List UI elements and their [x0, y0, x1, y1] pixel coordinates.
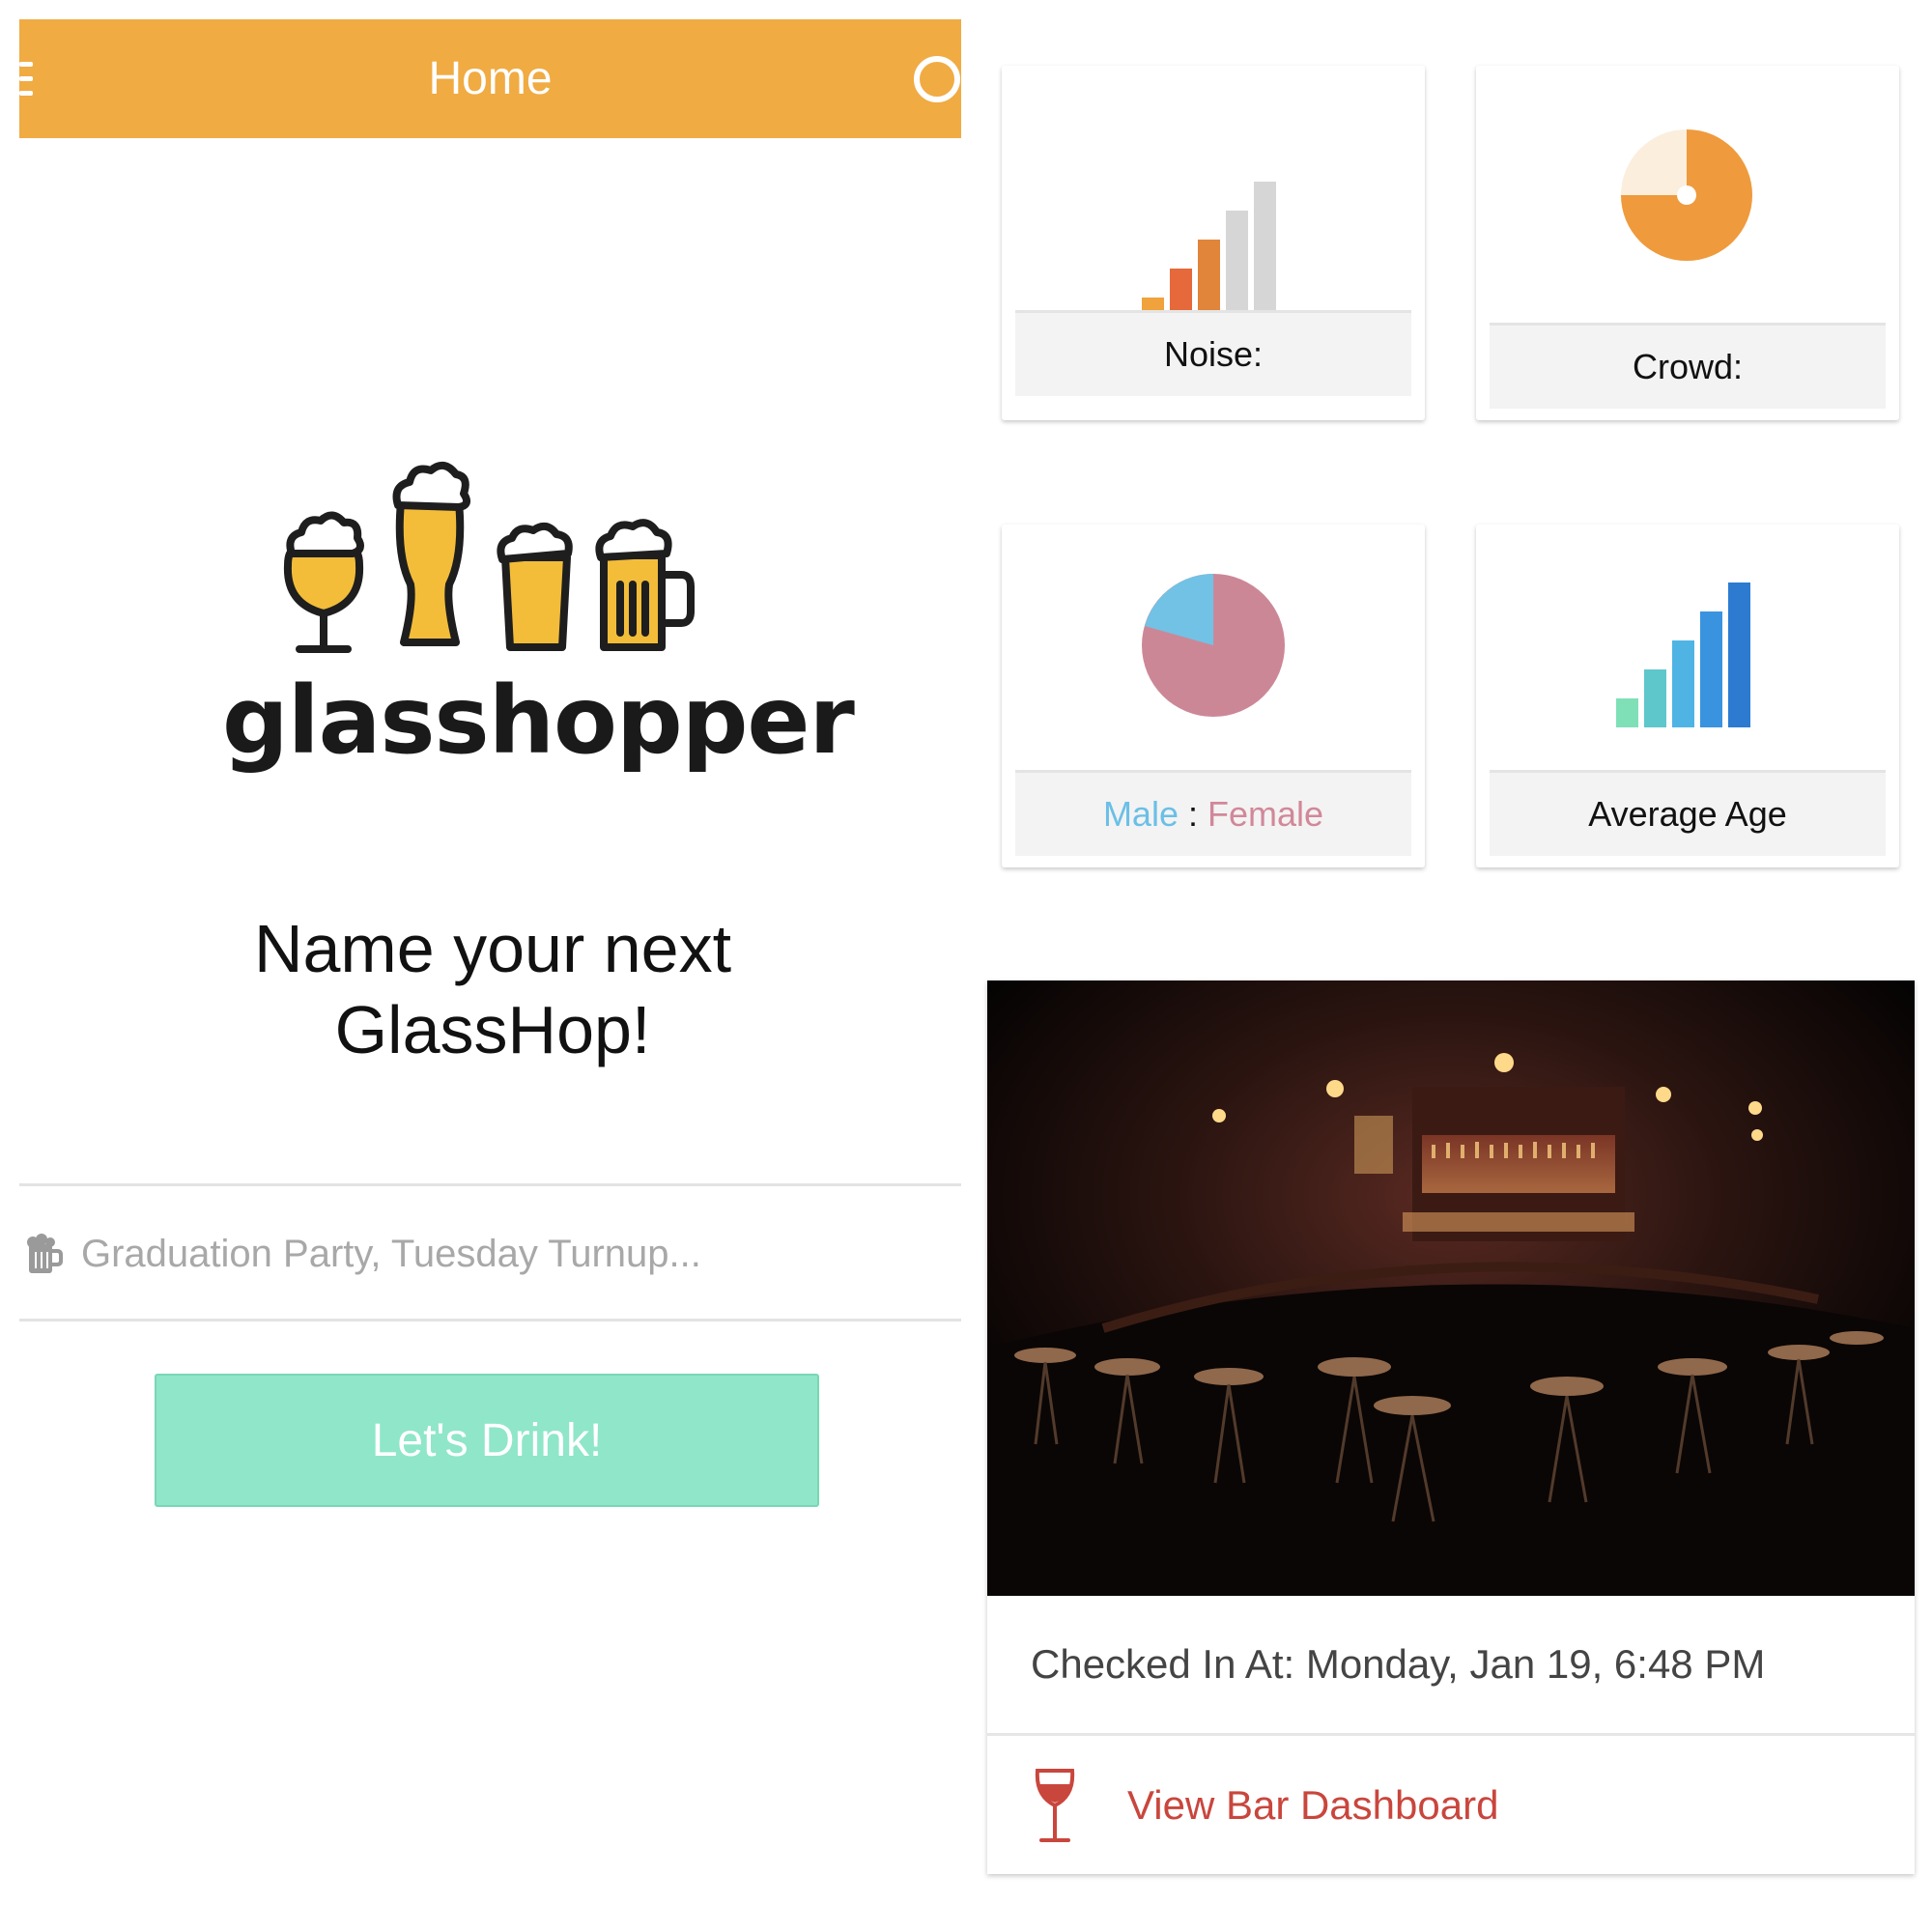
crowd-label: Crowd:	[1490, 323, 1886, 409]
male-label: Male	[1102, 794, 1179, 834]
logo-wordmark: glasshopper	[222, 667, 855, 775]
app-logo: glasshopper	[222, 449, 855, 797]
gender-ratio-card[interactable]: Male : Female	[1002, 525, 1425, 867]
average-age-card[interactable]: Average Age	[1476, 525, 1899, 867]
signal-bars-icon	[1616, 582, 1750, 727]
screenshot-canvas: Home glasshopper Name your next GlassHop…	[0, 0, 1932, 1932]
view-bar-dashboard-link[interactable]: View Bar Dashboard	[987, 1736, 1915, 1874]
crowd-card[interactable]: Crowd:	[1476, 66, 1899, 420]
noise-card[interactable]: Noise:	[1002, 66, 1425, 420]
wine-glass-icon	[1035, 1769, 1075, 1842]
gender-label: Male : Female	[1015, 770, 1411, 856]
noise-label: Noise:	[1015, 310, 1411, 396]
beer-glasses-icon	[283, 461, 695, 653]
heading-line-2: GlassHop!	[334, 992, 651, 1067]
beer-mug-icon	[27, 1234, 63, 1273]
female-label: Female	[1208, 794, 1324, 834]
main-heading: Name your next GlassHop!	[58, 908, 927, 1070]
nav-bar: Home	[19, 19, 961, 138]
gender-pie-chart	[1142, 574, 1285, 717]
hop-name-input[interactable]	[79, 1220, 933, 1288]
average-age-label: Average Age	[1490, 770, 1886, 856]
checkin-timestamp: Checked In At: Monday, Jan 19, 6:48 PM	[1031, 1641, 1766, 1687]
bar-interior-photo	[987, 980, 1915, 1596]
bar-checkin-card: Checked In At: Monday, Jan 19, 6:48 PM V…	[987, 980, 1915, 1874]
heading-line-1: Name your next	[253, 911, 732, 986]
view-bar-dashboard-label: View Bar Dashboard	[1127, 1782, 1499, 1828]
signal-bars-icon	[1142, 182, 1276, 325]
page-title: Home	[428, 53, 553, 104]
lets-drink-button[interactable]: Let's Drink!	[155, 1374, 819, 1507]
hop-name-field	[19, 1183, 961, 1321]
home-screen: Home glasshopper Name your next GlassHop…	[19, 19, 961, 1913]
search-icon[interactable]	[910, 46, 968, 114]
pie-chart-icon	[1621, 129, 1752, 261]
ratio-separator: :	[1187, 794, 1198, 834]
